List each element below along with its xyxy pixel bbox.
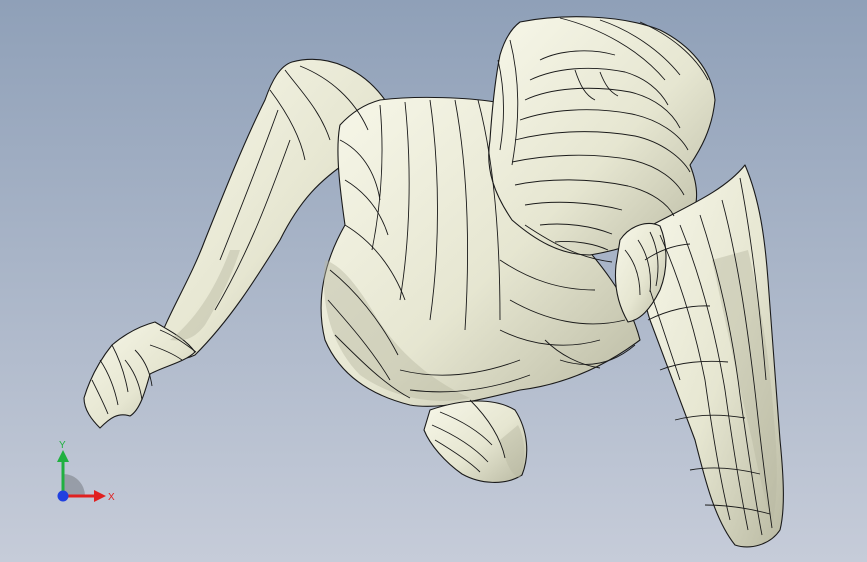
x-axis-label: X <box>108 492 115 503</box>
y-axis-label: Y <box>59 440 66 451</box>
figure-model[interactable] <box>0 0 867 562</box>
z-axis-dot <box>57 490 69 502</box>
axis-triad: Y X <box>57 440 115 503</box>
3d-viewport[interactable]: Y X <box>0 0 867 562</box>
